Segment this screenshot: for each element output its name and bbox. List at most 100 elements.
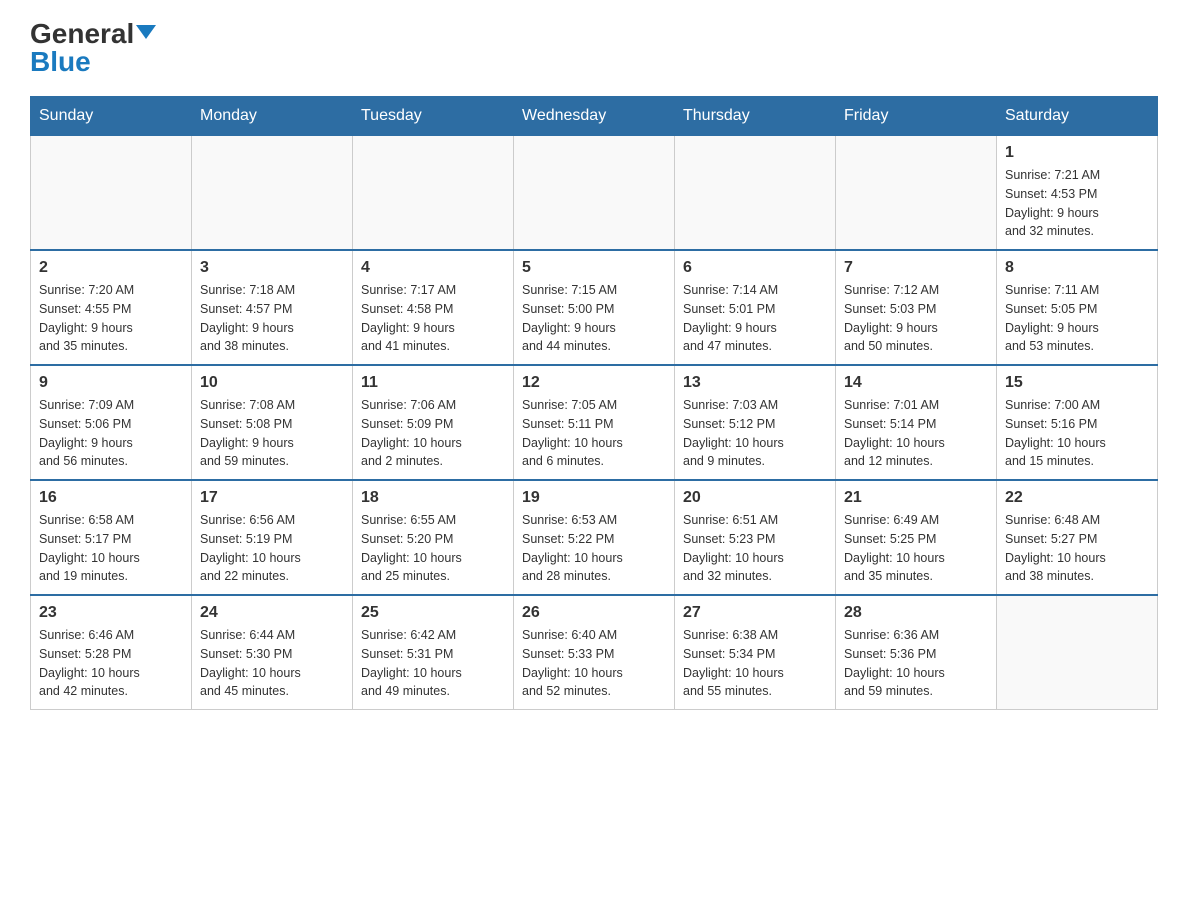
day-info: Sunrise: 6:49 AM Sunset: 5:25 PM Dayligh… [844,511,988,586]
day-info: Sunrise: 6:58 AM Sunset: 5:17 PM Dayligh… [39,511,183,586]
calendar-cell-empty [353,136,514,251]
day-info: Sunrise: 6:56 AM Sunset: 5:19 PM Dayligh… [200,511,344,586]
day-number: 4 [361,259,505,277]
day-info: Sunrise: 7:05 AM Sunset: 5:11 PM Dayligh… [522,396,666,471]
calendar-cell-day-5: 5 Sunrise: 7:15 AM Sunset: 5:00 PM Daylig… [514,250,675,365]
day-info: Sunrise: 6:51 AM Sunset: 5:23 PM Dayligh… [683,511,827,586]
logo: General Blue [30,20,156,76]
day-number: 19 [522,489,666,507]
calendar-cell-day-1: 1Sunrise: 7:21 AM Sunset: 4:53 PM Daylig… [997,136,1158,251]
calendar-cell-day-25: 25 Sunrise: 6:42 AM Sunset: 5:31 PM Dayli… [353,595,514,710]
logo-triangle-icon [136,25,156,39]
weekday-header-sunday: Sunday [31,97,192,136]
day-info: Sunrise: 7:09 AM Sunset: 5:06 PM Dayligh… [39,396,183,471]
calendar-week-row: 1Sunrise: 7:21 AM Sunset: 4:53 PM Daylig… [31,136,1158,251]
calendar-cell-empty [31,136,192,251]
day-info: Sunrise: 7:01 AM Sunset: 5:14 PM Dayligh… [844,396,988,471]
calendar-cell-day-24: 24Sunrise: 6:44 AM Sunset: 5:30 PM Dayli… [192,595,353,710]
day-info: Sunrise: 7:21 AM Sunset: 4:53 PM Dayligh… [1005,166,1149,241]
calendar-table: SundayMondayTuesdayWednesdayThursdayFrid… [30,96,1158,710]
day-number: 16 [39,489,183,507]
calendar-cell-day-11: 11 Sunrise: 7:06 AM Sunset: 5:09 PM Dayli… [353,365,514,480]
calendar-cell-day-21: 21 Sunrise: 6:49 AM Sunset: 5:25 PM Dayli… [836,480,997,595]
day-number: 8 [1005,259,1149,277]
calendar-cell-empty [192,136,353,251]
day-number: 10 [200,374,344,392]
day-number: 6 [683,259,827,277]
calendar-cell-day-20: 20 Sunrise: 6:51 AM Sunset: 5:23 PM Dayli… [675,480,836,595]
calendar-cell-day-15: 15 Sunrise: 7:00 AM Sunset: 5:16 PM Dayli… [997,365,1158,480]
weekday-header-wednesday: Wednesday [514,97,675,136]
logo-general-text: General [30,20,156,48]
calendar-cell-day-23: 23 Sunrise: 6:46 AM Sunset: 5:28 PM Dayli… [31,595,192,710]
calendar-cell-day-17: 17 Sunrise: 6:56 AM Sunset: 5:19 PM Dayli… [192,480,353,595]
weekday-header-tuesday: Tuesday [353,97,514,136]
weekday-header-friday: Friday [836,97,997,136]
day-info: Sunrise: 7:00 AM Sunset: 5:16 PM Dayligh… [1005,396,1149,471]
day-info: Sunrise: 6:46 AM Sunset: 5:28 PM Dayligh… [39,626,183,701]
day-number: 17 [200,489,344,507]
calendar-cell-empty [997,595,1158,710]
calendar-cell-day-19: 19 Sunrise: 6:53 AM Sunset: 5:22 PM Dayli… [514,480,675,595]
day-number: 13 [683,374,827,392]
calendar-cell-empty [836,136,997,251]
day-info: Sunrise: 7:17 AM Sunset: 4:58 PM Dayligh… [361,281,505,356]
calendar-cell-day-4: 4 Sunrise: 7:17 AM Sunset: 4:58 PM Daylig… [353,250,514,365]
day-info: Sunrise: 7:08 AM Sunset: 5:08 PM Dayligh… [200,396,344,471]
calendar-cell-day-8: 8 Sunrise: 7:11 AM Sunset: 5:05 PM Daylig… [997,250,1158,365]
weekday-header-monday: Monday [192,97,353,136]
day-info: Sunrise: 6:42 AM Sunset: 5:31 PM Dayligh… [361,626,505,701]
calendar-cell-day-18: 18Sunrise: 6:55 AM Sunset: 5:20 PM Dayli… [353,480,514,595]
day-info: Sunrise: 6:38 AM Sunset: 5:34 PM Dayligh… [683,626,827,701]
day-info: Sunrise: 7:18 AM Sunset: 4:57 PM Dayligh… [200,281,344,356]
day-info: Sunrise: 6:53 AM Sunset: 5:22 PM Dayligh… [522,511,666,586]
calendar-week-row: 9 Sunrise: 7:09 AM Sunset: 5:06 PM Daylig… [31,365,1158,480]
day-number: 5 [522,259,666,277]
day-info: Sunrise: 7:11 AM Sunset: 5:05 PM Dayligh… [1005,281,1149,356]
day-number: 26 [522,604,666,622]
day-number: 21 [844,489,988,507]
calendar-cell-empty [675,136,836,251]
calendar-cell-day-3: 3Sunrise: 7:18 AM Sunset: 4:57 PM Daylig… [192,250,353,365]
calendar-cell-day-10: 10 Sunrise: 7:08 AM Sunset: 5:08 PM Dayli… [192,365,353,480]
weekday-header-saturday: Saturday [997,97,1158,136]
day-number: 7 [844,259,988,277]
day-number: 9 [39,374,183,392]
calendar-cell-day-28: 28 Sunrise: 6:36 AM Sunset: 5:36 PM Dayli… [836,595,997,710]
calendar-cell-day-16: 16 Sunrise: 6:58 AM Sunset: 5:17 PM Dayli… [31,480,192,595]
day-info: Sunrise: 6:48 AM Sunset: 5:27 PM Dayligh… [1005,511,1149,586]
day-number: 12 [522,374,666,392]
day-info: Sunrise: 6:36 AM Sunset: 5:36 PM Dayligh… [844,626,988,701]
day-info: Sunrise: 6:40 AM Sunset: 5:33 PM Dayligh… [522,626,666,701]
day-number: 14 [844,374,988,392]
day-number: 25 [361,604,505,622]
calendar-cell-day-2: 2 Sunrise: 7:20 AM Sunset: 4:55 PM Daylig… [31,250,192,365]
day-number: 20 [683,489,827,507]
calendar-week-row: 23 Sunrise: 6:46 AM Sunset: 5:28 PM Dayli… [31,595,1158,710]
calendar-cell-day-12: 12 Sunrise: 7:05 AM Sunset: 5:11 PM Dayli… [514,365,675,480]
calendar-cell-day-14: 14 Sunrise: 7:01 AM Sunset: 5:14 PM Dayli… [836,365,997,480]
day-info: Sunrise: 7:20 AM Sunset: 4:55 PM Dayligh… [39,281,183,356]
calendar-cell-day-22: 22 Sunrise: 6:48 AM Sunset: 5:27 PM Dayli… [997,480,1158,595]
day-number: 2 [39,259,183,277]
calendar-cell-day-9: 9 Sunrise: 7:09 AM Sunset: 5:06 PM Daylig… [31,365,192,480]
day-info: Sunrise: 6:55 AM Sunset: 5:20 PM Dayligh… [361,511,505,586]
day-info: Sunrise: 7:12 AM Sunset: 5:03 PM Dayligh… [844,281,988,356]
calendar-cell-day-13: 13Sunrise: 7:03 AM Sunset: 5:12 PM Dayli… [675,365,836,480]
weekday-header-row: SundayMondayTuesdayWednesdayThursdayFrid… [31,97,1158,136]
day-info: Sunrise: 7:14 AM Sunset: 5:01 PM Dayligh… [683,281,827,356]
calendar-week-row: 2 Sunrise: 7:20 AM Sunset: 4:55 PM Daylig… [31,250,1158,365]
day-number: 15 [1005,374,1149,392]
calendar-week-row: 16 Sunrise: 6:58 AM Sunset: 5:17 PM Dayli… [31,480,1158,595]
calendar-cell-day-26: 26 Sunrise: 6:40 AM Sunset: 5:33 PM Dayli… [514,595,675,710]
page-header: General Blue [30,20,1158,76]
day-number: 11 [361,374,505,392]
day-number: 23 [39,604,183,622]
day-info: Sunrise: 7:15 AM Sunset: 5:00 PM Dayligh… [522,281,666,356]
weekday-header-thursday: Thursday [675,97,836,136]
day-number: 22 [1005,489,1149,507]
day-number: 27 [683,604,827,622]
logo-blue-text: Blue [30,48,91,76]
day-number: 28 [844,604,988,622]
day-info: Sunrise: 7:06 AM Sunset: 5:09 PM Dayligh… [361,396,505,471]
